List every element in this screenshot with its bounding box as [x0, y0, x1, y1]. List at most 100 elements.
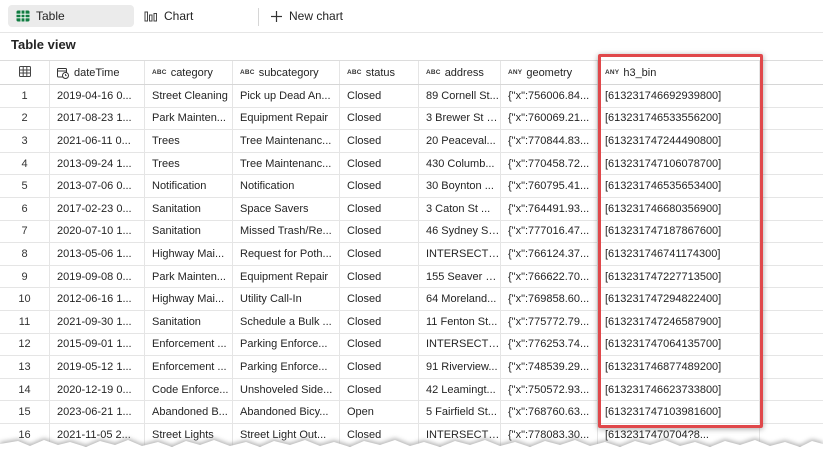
address-cell[interactable]: 155 Seaver S... [419, 265, 501, 288]
h3-bin-cell[interactable]: [613231747106078700] [598, 152, 760, 175]
subcategory-cell[interactable]: Schedule a Bulk ... [233, 311, 340, 333]
address-cell[interactable]: 3 Brewer St J... [419, 107, 501, 130]
table-row[interactable]: 10 2012-06-16 1... Highway Mai... Utility C… [0, 288, 823, 311]
h3-bin-cell[interactable]: [613231747103981600] [598, 401, 760, 423]
status-cell[interactable]: Closed [340, 130, 419, 152]
h3-bin-cell[interactable]: [613231747246587900] [598, 311, 760, 333]
tab-chart[interactable]: Chart [136, 5, 226, 27]
category-cell[interactable]: Trees [145, 130, 233, 152]
row-number[interactable]: 8 [0, 243, 50, 265]
subcategory-cell[interactable]: Space Savers [233, 198, 340, 220]
datetime-cell[interactable]: 2017-02-23 0... [50, 198, 145, 220]
row-number[interactable]: 9 [0, 265, 50, 288]
h3-bin-cell[interactable]: [613231747064135700] [598, 333, 760, 356]
subcategory-cell[interactable]: Abandoned Bicy... [233, 401, 340, 423]
subcategory-cell[interactable]: Missed Trash/Re... [233, 220, 340, 243]
address-cell[interactable]: 20 Peaceval... [419, 130, 501, 152]
geometry-cell[interactable]: {"x":769858.60... [501, 288, 598, 310]
subcategory-cell[interactable]: Pick up Dead An... [233, 85, 340, 107]
subcategory-cell[interactable]: Tree Maintenanc... [233, 152, 340, 175]
row-number[interactable]: 14 [0, 378, 50, 401]
category-cell[interactable]: Sanitation [145, 311, 233, 333]
address-cell[interactable]: 3 Caton St ... [419, 198, 501, 220]
subcategory-cell[interactable]: Equipment Repair [233, 265, 340, 288]
tab-table[interactable]: Table [8, 5, 134, 27]
datetime-cell[interactable]: 2023-06-21 1... [50, 401, 145, 423]
subcategory-cell[interactable]: Notification [233, 175, 340, 197]
status-cell[interactable]: Open [340, 401, 419, 423]
subcategory-cell[interactable]: Equipment Repair [233, 107, 340, 130]
h3-bin-cell[interactable]: [613231746692939800] [598, 85, 760, 107]
subcategory-cell[interactable]: Unshoveled Side... [233, 378, 340, 401]
address-cell[interactable]: 42 Leamingt... [419, 378, 501, 401]
status-cell[interactable]: Closed [340, 311, 419, 333]
table-row[interactable]: 3 2021-06-11 0... Trees Tree Maintenanc... C… [0, 130, 823, 153]
row-number[interactable]: 15 [0, 401, 50, 423]
status-cell[interactable]: Closed [340, 288, 419, 310]
column-header-subcategory[interactable]: ABC subcategory [233, 61, 340, 84]
table-row[interactable]: 12 2015-09-01 1... Enforcement ... Parking … [0, 333, 823, 357]
row-number[interactable]: 1 [0, 85, 50, 107]
geometry-cell[interactable]: {"x":770844.83... [501, 130, 598, 152]
status-cell[interactable]: Closed [340, 220, 419, 243]
category-cell[interactable]: Code Enforce... [145, 378, 233, 401]
status-cell[interactable]: Closed [340, 107, 419, 130]
address-cell[interactable]: 30 Boynton ... [419, 175, 501, 197]
address-cell[interactable]: 46 Sydney St... [419, 220, 501, 243]
h3-bin-cell[interactable]: [613231747227713500] [598, 265, 760, 288]
geometry-cell[interactable]: {"x":768760.63... [501, 401, 598, 423]
row-number[interactable]: 11 [0, 311, 50, 333]
table-row[interactable]: 1 2019-04-16 0... Street Cleaning Pick up D… [0, 85, 823, 108]
h3-bin-cell[interactable]: [613231746623733800] [598, 378, 760, 401]
category-cell[interactable]: Notification [145, 175, 233, 197]
datetime-cell[interactable]: 2015-09-01 1... [50, 333, 145, 356]
table-row[interactable]: 7 2020-07-10 1... Sanitation Missed Trash/R… [0, 220, 823, 244]
status-cell[interactable]: Closed [340, 333, 419, 356]
geometry-cell[interactable]: {"x":775772.79... [501, 311, 598, 333]
address-cell[interactable]: INTERSECTI... [419, 243, 501, 265]
new-chart-button[interactable]: New chart [262, 5, 362, 27]
address-cell[interactable]: 5 Fairfield St... [419, 401, 501, 423]
category-cell[interactable]: Highway Mai... [145, 243, 233, 265]
datetime-cell[interactable]: 2013-09-24 1... [50, 152, 145, 175]
row-number[interactable]: 5 [0, 175, 50, 197]
subcategory-cell[interactable]: Tree Maintenanc... [233, 130, 340, 152]
category-cell[interactable]: Abandoned B... [145, 401, 233, 423]
row-number[interactable]: 7 [0, 220, 50, 243]
geometry-cell[interactable]: {"x":770458.72... [501, 152, 598, 175]
status-cell[interactable]: Closed [340, 85, 419, 107]
address-cell[interactable]: 11 Fenton St... [419, 311, 501, 333]
table-row[interactable]: 11 2021-09-30 1... Sanitation Schedule a Bu… [0, 311, 823, 334]
subcategory-cell[interactable]: Parking Enforce... [233, 356, 340, 378]
geometry-cell[interactable]: {"x":748539.29... [501, 356, 598, 378]
subcategory-cell[interactable]: Parking Enforce... [233, 333, 340, 356]
geometry-cell[interactable]: {"x":756006.84... [501, 85, 598, 107]
geometry-cell[interactable]: {"x":760069.21... [501, 107, 598, 130]
status-cell[interactable]: Closed [340, 265, 419, 288]
subcategory-cell[interactable]: Request for Poth... [233, 243, 340, 265]
status-cell[interactable]: Closed [340, 198, 419, 220]
table-row[interactable]: 14 2020-12-19 0... Code Enforce... Unshovel… [0, 378, 823, 402]
address-cell[interactable]: INTERSECTI... [419, 333, 501, 356]
datetime-cell[interactable]: 2013-07-06 0... [50, 175, 145, 197]
category-cell[interactable]: Highway Mai... [145, 288, 233, 310]
column-header-datetime[interactable]: dateTime [50, 61, 145, 84]
row-number[interactable]: 3 [0, 130, 50, 152]
geometry-cell[interactable]: {"x":750572.93... [501, 378, 598, 401]
status-cell[interactable]: Closed [340, 175, 419, 197]
datetime-cell[interactable]: 2020-07-10 1... [50, 220, 145, 243]
row-number[interactable]: 2 [0, 107, 50, 130]
h3-bin-cell[interactable]: [613231746680356900] [598, 198, 760, 220]
status-cell[interactable]: Closed [340, 378, 419, 401]
table-row[interactable]: 8 2013-05-06 1... Highway Mai... Request fo… [0, 243, 823, 266]
table-row[interactable]: 13 2019-05-12 1... Enforcement ... Parking … [0, 356, 823, 379]
datetime-cell[interactable]: 2019-09-08 0... [50, 265, 145, 288]
category-cell[interactable]: Park Mainten... [145, 265, 233, 288]
table-row[interactable]: 5 2013-07-06 0... Notification Notification… [0, 175, 823, 198]
status-cell[interactable]: Closed [340, 152, 419, 175]
category-cell[interactable]: Enforcement ... [145, 356, 233, 378]
row-number[interactable]: 6 [0, 198, 50, 220]
table-row[interactable]: 2 2017-08-23 1... Park Mainten... Equipment… [0, 107, 823, 131]
category-cell[interactable]: Enforcement ... [145, 333, 233, 356]
geometry-cell[interactable]: {"x":776253.74... [501, 333, 598, 356]
